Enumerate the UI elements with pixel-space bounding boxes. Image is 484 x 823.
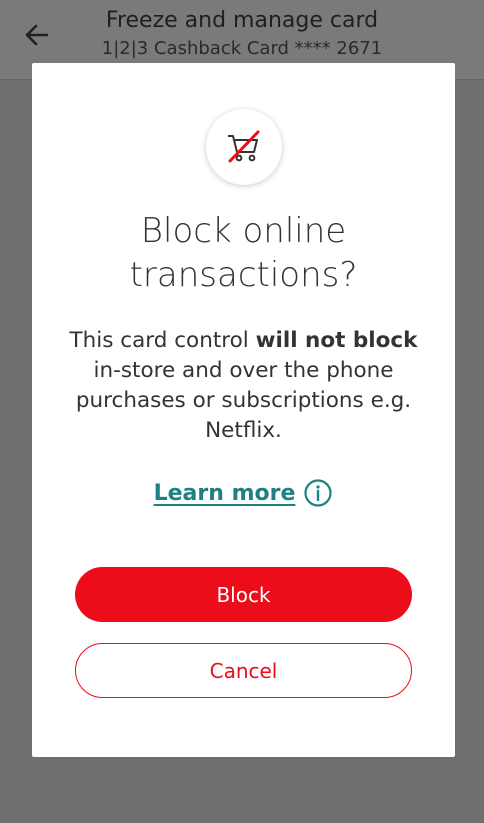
screen: Freeze and manage card 1|2|3 Cashback Ca… [0,0,484,823]
description-bold-text: will not block [255,328,418,353]
cart-blocked-icon [228,130,260,163]
dialog-title-line2: transactions? [129,255,358,295]
description-text-2: in-store and over the phone purchases or… [75,358,412,443]
page-title: Freeze and manage card [105,8,379,33]
dialog-title: Block online transactions? [52,209,435,297]
cancel-button[interactable]: Cancel [75,643,412,698]
dialog-description: This card control will not block in-stor… [64,326,423,446]
icon-badge [206,109,282,185]
learn-more-link[interactable]: Learn more [32,478,455,508]
dialog-title-line1: Block online [140,211,347,251]
description-text-1: This card control [69,328,256,353]
learn-more-label[interactable]: Learn more [154,481,296,506]
card-subtitle: 1|2|3 Cashback Card **** 2671 [101,38,383,59]
block-button[interactable]: Block [75,567,412,622]
block-online-dialog: Block online transactions? This card con… [32,63,455,757]
info-circle-icon[interactable] [303,478,333,508]
